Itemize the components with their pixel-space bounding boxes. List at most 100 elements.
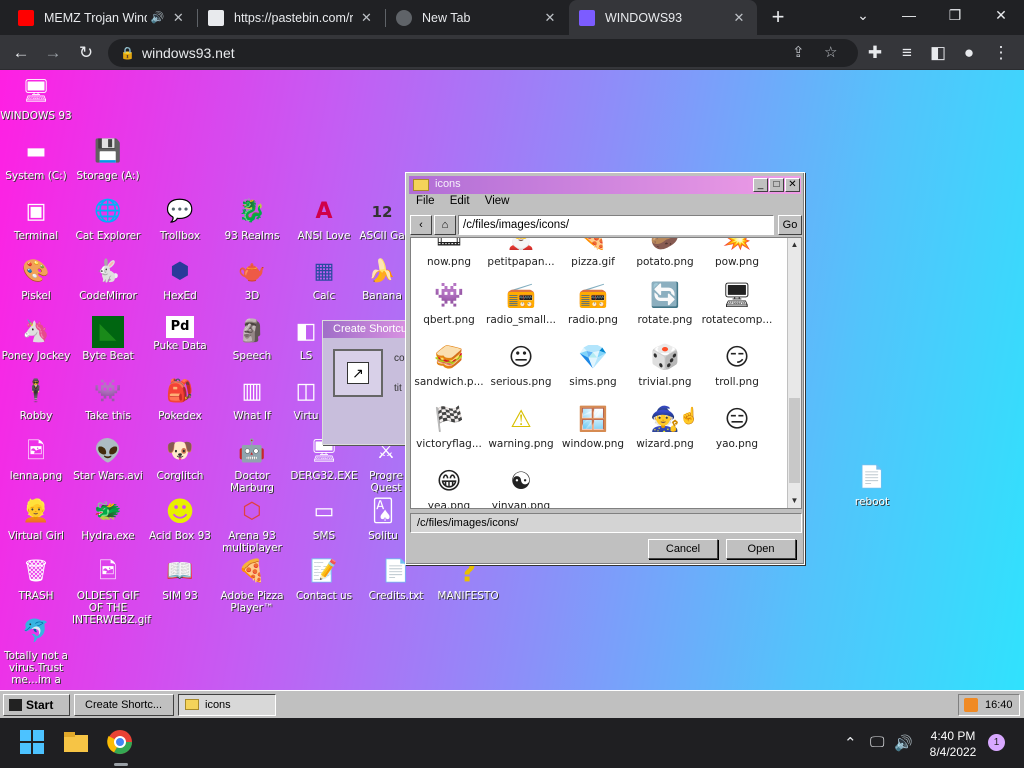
scroll-thumb[interactable]: [789, 398, 800, 483]
desktop-icon-93-realms[interactable]: 🐉 93 Realms: [216, 196, 288, 243]
restore-icon[interactable]: ❐: [932, 0, 978, 30]
file-item[interactable]: 💥 pow.png: [699, 238, 775, 268]
home-icon[interactable]: ⌂: [434, 215, 456, 235]
desktop-icon-arena-93[interactable]: ⬡ Arena 93 multiplayer: [216, 496, 288, 555]
file-item[interactable]: 🥔 potato.png: [627, 238, 703, 268]
open-button[interactable]: Open: [726, 539, 796, 559]
tab-windows93[interactable]: WINDOWS93 ✕: [569, 0, 757, 35]
desktop-icon-terminal[interactable]: ▣ Terminal: [0, 196, 72, 243]
extensions-icon[interactable]: ✚: [862, 40, 888, 66]
desktop-icon-ansi-love[interactable]: A ANSI Love: [288, 196, 360, 243]
file-item[interactable]: 🎅 petitpapan...: [483, 238, 559, 268]
cancel-button[interactable]: Cancel: [648, 539, 718, 559]
close-icon[interactable]: ✕: [171, 10, 186, 26]
close-icon[interactable]: ✕: [785, 178, 800, 192]
network-icon[interactable]: 🖵: [870, 734, 884, 751]
file-item[interactable]: 🖥 rotatecomp...: [699, 278, 775, 326]
desktop-icon-ascii-game[interactable]: 12 ASCII Ga: [352, 196, 412, 243]
desktop-icon-solitaire[interactable]: 🂡 Solitu: [360, 496, 406, 543]
side-panel-icon[interactable]: ◧: [925, 40, 951, 66]
path-input[interactable]: /c/files/images/icons/: [458, 215, 774, 235]
desktop-icon-virtual-girl[interactable]: 👱 Virtual Girl: [0, 496, 72, 543]
file-item[interactable]: 🎞 now.png: [411, 238, 487, 268]
tab-search-icon[interactable]: ⌄: [840, 0, 886, 30]
tab-pastebin[interactable]: https://pastebin.com/ra ✕: [198, 0, 384, 35]
desktop-icon-pokedex[interactable]: 🎒 Pokedex: [144, 376, 216, 423]
menu-file[interactable]: File: [416, 195, 435, 207]
file-item[interactable]: ⚠ warning.png: [483, 402, 559, 450]
close-icon[interactable]: ✕: [359, 10, 374, 26]
menu-edit[interactable]: Edit: [450, 195, 470, 207]
desktop-icon-doctor-marburg[interactable]: 🤖 Doctor Marburg: [216, 436, 288, 495]
desktop-icon-lenna[interactable]: 🖻 lenna.png: [0, 436, 72, 483]
taskbar-item-icons[interactable]: icons: [178, 694, 276, 716]
desktop-icon-banana[interactable]: 🍌 Banana: [352, 256, 412, 303]
file-item[interactable]: 🥪 sandwich.p...: [411, 340, 487, 388]
rss-icon[interactable]: [964, 698, 978, 712]
tab-new-tab[interactable]: New Tab ✕: [386, 0, 568, 35]
file-explorer-icon[interactable]: [62, 728, 92, 758]
notification-badge[interactable]: 1: [988, 734, 1005, 751]
taskbar-item-create-shortcut[interactable]: Create Shortc...: [74, 694, 174, 716]
desktop-icon-system-c[interactable]: ▬ System (C:): [0, 136, 72, 183]
back-icon[interactable]: ←: [8, 40, 34, 66]
desktop-icon-codemirror[interactable]: 🐇 CodeMirror: [72, 256, 144, 303]
back-button[interactable]: ‹: [410, 215, 432, 235]
scroll-up-icon[interactable]: ▲: [788, 238, 801, 251]
file-item[interactable]: 😑 yao.png: [699, 402, 775, 450]
share-icon[interactable]: ⇪: [792, 39, 805, 67]
desktop-icon-star-wars[interactable]: 👽 Star Wars.avi: [72, 436, 144, 483]
bookmark-star-icon[interactable]: ☆: [824, 39, 837, 67]
media-queue-icon[interactable]: ≡: [894, 40, 920, 66]
desktop-icon-poney-jockey[interactable]: 🦄 Poney Jockey: [0, 316, 72, 363]
desktop-icon-hydra[interactable]: 🐲 Hydra.exe: [72, 496, 144, 543]
file-item[interactable]: 📻 radio.png: [555, 278, 631, 326]
close-icon[interactable]: ✕: [542, 10, 558, 26]
minimize-icon[interactable]: _: [753, 178, 768, 192]
file-item[interactable]: 💎 sims.png: [555, 340, 631, 388]
file-item[interactable]: 👾 qbert.png: [411, 278, 487, 326]
desktop-icon-calc[interactable]: ▦ Calc: [288, 256, 360, 303]
go-button[interactable]: Go: [778, 215, 802, 235]
close-window-icon[interactable]: ✕: [978, 0, 1024, 30]
desktop-icon-contact-us[interactable]: 📝 Contact us: [288, 556, 360, 603]
desktop-icon-cat-explorer[interactable]: 🌐 Cat Explorer: [72, 196, 144, 243]
file-item[interactable]: 😏 troll.png: [699, 340, 775, 388]
minimize-icon[interactable]: —: [886, 0, 932, 30]
start-button[interactable]: Start: [3, 694, 70, 716]
menu-icon[interactable]: ⋮: [988, 40, 1014, 66]
menu-view[interactable]: View: [485, 195, 510, 207]
desktop-icon-reboot[interactable]: 📄 reboot: [836, 462, 908, 509]
volume-icon[interactable]: 🔊: [894, 734, 913, 752]
profile-icon[interactable]: ●: [956, 40, 982, 66]
desktop-icon-storage-a[interactable]: 💾 Storage (A:): [72, 136, 144, 183]
file-item[interactable]: 🔄 rotate.png: [627, 278, 703, 326]
desktop-icon-robby[interactable]: 🕴 Robby: [0, 376, 72, 423]
chrome-taskbar-icon[interactable]: [106, 728, 136, 758]
window-titlebar[interactable]: icons _ □ ✕: [409, 176, 801, 194]
windows-start-icon[interactable]: [18, 728, 48, 758]
desktop-icon-trash[interactable]: 🗑 TRASH: [0, 556, 72, 603]
desktop-icon-adobe-pizza[interactable]: 🍕 Adobe Pizza Player™: [216, 556, 288, 615]
desktop-icon-take-this[interactable]: 👾 Take this: [72, 376, 144, 423]
reload-icon[interactable]: ↻: [73, 40, 99, 66]
desktop-icon-trollbox[interactable]: 💬 Trollbox: [144, 196, 216, 243]
desktop-icon-what-if[interactable]: ▥ What If: [216, 376, 288, 423]
desktop-icon-speech[interactable]: 🗿 Speech: [216, 316, 288, 363]
desktop-icon-puke-data[interactable]: Pd Puke Data: [144, 316, 216, 352]
new-tab-button[interactable]: +: [766, 4, 790, 30]
file-item[interactable]: 🎲 trivial.png: [627, 340, 703, 388]
desktop-icon-oldest-gif[interactable]: 🖻 OLDEST GIF OF THE INTERWEBZ.gif: [72, 556, 151, 627]
scroll-down-icon[interactable]: ▼: [788, 494, 801, 507]
file-item[interactable]: 📻 radio_small...: [483, 278, 559, 326]
file-item[interactable]: 🪟 window.png: [555, 402, 631, 450]
forward-icon[interactable]: →: [40, 40, 66, 66]
desktop-icon-corglitch[interactable]: 🐶 Corglitch: [144, 436, 216, 483]
vertical-scrollbar[interactable]: ▲ ▼: [787, 238, 801, 508]
desktop-icon-piskel[interactable]: 🎨 Piskel: [0, 256, 72, 303]
desktop-icon-ls[interactable]: ◧ LS: [288, 316, 324, 363]
address-bar[interactable]: 🔒 windows93.net ⇪ ☆: [108, 39, 858, 67]
desktop-icon-sms[interactable]: ▭ SMS: [288, 496, 360, 543]
file-item[interactable]: 😁 yea.png: [411, 464, 487, 508]
file-item[interactable]: 🏁 victoryflag...: [411, 402, 487, 450]
